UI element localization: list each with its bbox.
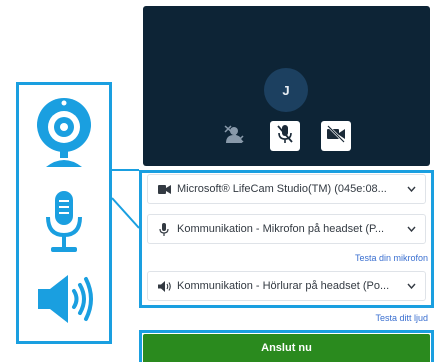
device-illustration-panel	[16, 82, 112, 344]
test-sound-link[interactable]: Testa ditt ljud	[375, 313, 428, 323]
webcam-icon	[19, 95, 109, 169]
microphone-select[interactable]: Kommunikation - Mikrofon på headset (P..…	[147, 214, 426, 244]
speaker-select[interactable]: Kommunikation - Hörlurar på headset (Po.…	[147, 271, 426, 301]
camera-select-value: Microsoft® LifeCam Studio(TM) (045e:08..…	[177, 183, 387, 195]
background-effects-button[interactable]	[219, 121, 249, 151]
video-camera-icon	[156, 184, 172, 194]
chevron-down-icon	[405, 226, 417, 232]
join-now-button[interactable]: Anslut nu	[143, 334, 430, 362]
studio-microphone-icon	[19, 189, 109, 255]
mic-muted-icon	[276, 124, 294, 149]
microphone-select-value: Kommunikation - Mikrofon på headset (P..…	[177, 223, 385, 235]
video-preview: J	[143, 6, 430, 166]
test-microphone-link[interactable]: Testa din mikrofon	[355, 253, 428, 263]
speaker-select-value: Kommunikation - Hörlurar på headset (Po.…	[177, 280, 390, 292]
background-effects-icon	[223, 124, 245, 149]
camera-off-icon	[326, 124, 346, 148]
camera-select[interactable]: Microsoft® LifeCam Studio(TM) (045e:08..…	[147, 174, 426, 204]
speaker-icon	[156, 280, 172, 292]
speaker-volume-icon	[19, 267, 109, 331]
microphone-icon	[156, 222, 172, 236]
avatar: J	[264, 68, 308, 112]
chevron-down-icon	[405, 186, 417, 192]
camera-toggle-button[interactable]	[321, 121, 351, 151]
chevron-down-icon	[405, 283, 417, 289]
mute-microphone-button[interactable]	[270, 121, 300, 151]
